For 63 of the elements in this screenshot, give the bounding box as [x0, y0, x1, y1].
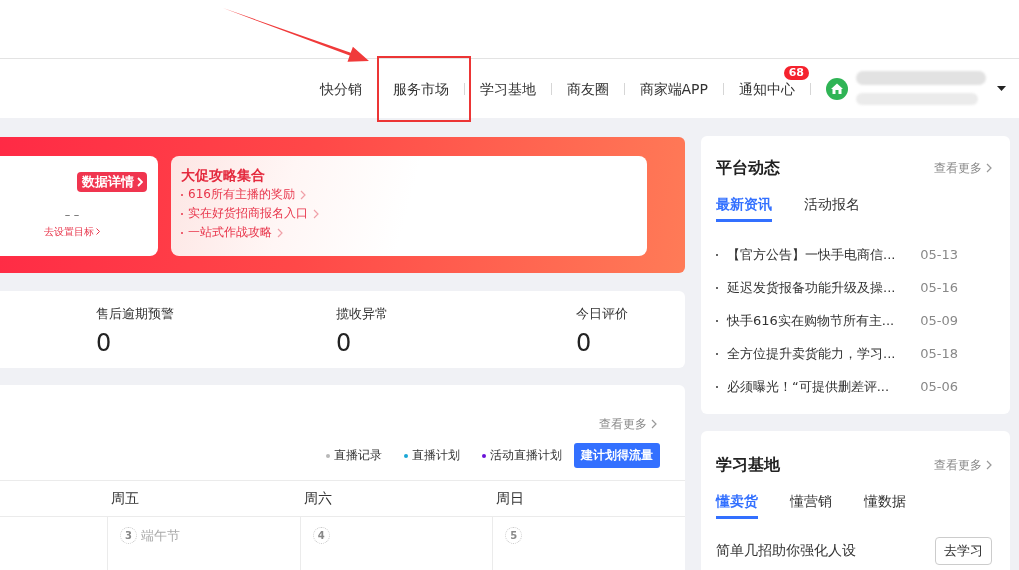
calendar-day-cell[interactable]: 4: [299, 517, 493, 570]
news-link[interactable]: 必须曝光！“可提供删差评...: [727, 377, 890, 396]
chevron-right-icon: [986, 163, 992, 173]
calendar-day-cell[interactable]: 3 端午节: [107, 517, 300, 570]
weekday-label: 周日: [496, 489, 525, 506]
nav-link[interactable]: 学习基地: [479, 78, 536, 99]
chevron-right-icon: [137, 177, 143, 187]
news-link[interactable]: 全方位提升卖货能力，学习...: [727, 344, 896, 363]
caret-down-icon[interactable]: [997, 86, 1006, 91]
view-more-link[interactable]: 查看更多: [934, 456, 992, 474]
calendar-day-cell[interactable]: 5: [492, 517, 685, 570]
weekday-label: 周六: [303, 489, 332, 506]
stat-value: 0: [336, 328, 352, 358]
create-plan-button[interactable]: 建计划得流量: [574, 443, 660, 468]
chevron-right-icon: [651, 419, 657, 429]
tab[interactable]: 懂营销: [790, 491, 832, 519]
chevron-right-icon: [299, 189, 306, 200]
promo-link[interactable]: 616所有主播的奖励: [188, 186, 295, 203]
tab[interactable]: 懂卖货: [716, 491, 758, 519]
news-date: 05-09: [920, 313, 958, 328]
legend-label: 活动直播计划: [490, 447, 562, 464]
view-more-link[interactable]: 查看更多: [934, 159, 992, 177]
chevron-right-icon: [313, 208, 319, 219]
news-date: 05-18: [920, 346, 958, 361]
chevron-right-icon: [986, 460, 992, 470]
stat-label: 售后逾期预警: [96, 305, 174, 323]
promo-link[interactable]: 实在好货招商报名入口: [188, 205, 308, 222]
stat-label: 揽收异常: [336, 305, 388, 323]
nav-link[interactable]: 快分销: [319, 78, 362, 99]
data-details-button[interactable]: 数据详情: [77, 172, 147, 192]
view-more-link[interactable]: 查看更多: [599, 415, 657, 433]
nav-link[interactable]: 商友圈: [566, 78, 609, 99]
news-link[interactable]: 延迟发货报备功能升级及操...: [727, 278, 896, 297]
card-title: 平台动态: [716, 157, 780, 179]
legend-label: 直播记录: [334, 447, 382, 464]
weekday-label: 周五: [111, 489, 139, 506]
course-title: 简单几招助你强化人设: [716, 542, 856, 560]
card-title: 学习基地: [716, 454, 780, 476]
house-logo-icon[interactable]: [826, 77, 848, 100]
target-value: – –: [64, 208, 80, 221]
chevron-right-icon: [277, 227, 283, 238]
tab[interactable]: 最新资讯: [716, 194, 772, 222]
nav-link[interactable]: 商家端APP: [639, 78, 708, 99]
study-button[interactable]: 去学习: [935, 537, 992, 565]
news-date: 05-16: [920, 280, 958, 295]
promo-title: 大促攻略集合: [181, 166, 266, 185]
set-target-link[interactable]: 去设置目标: [44, 225, 100, 238]
stat-value: 0: [96, 328, 112, 358]
news-link[interactable]: 【官方公告】一快手电商信...: [727, 245, 896, 264]
holiday-label: 端午节: [141, 527, 180, 544]
promo-link[interactable]: 一站式作战攻略: [188, 224, 272, 241]
stat-value: 0: [576, 328, 592, 358]
nav-link[interactable]: 服务市场: [392, 78, 449, 99]
stat-label: 今日评价: [576, 305, 628, 323]
news-link[interactable]: 快手616实在购物节所有主...: [727, 311, 895, 330]
nav-link[interactable]: 通知中心: [739, 78, 795, 99]
legend-label: 直播计划: [412, 447, 460, 464]
tab[interactable]: 懂数据: [864, 491, 906, 519]
tab[interactable]: 活动报名: [804, 194, 860, 222]
notification-count-badge: 68: [783, 65, 809, 80]
news-date: 05-13: [920, 247, 958, 262]
chevron-right-icon: [96, 228, 100, 235]
news-date: 05-06: [920, 379, 958, 394]
